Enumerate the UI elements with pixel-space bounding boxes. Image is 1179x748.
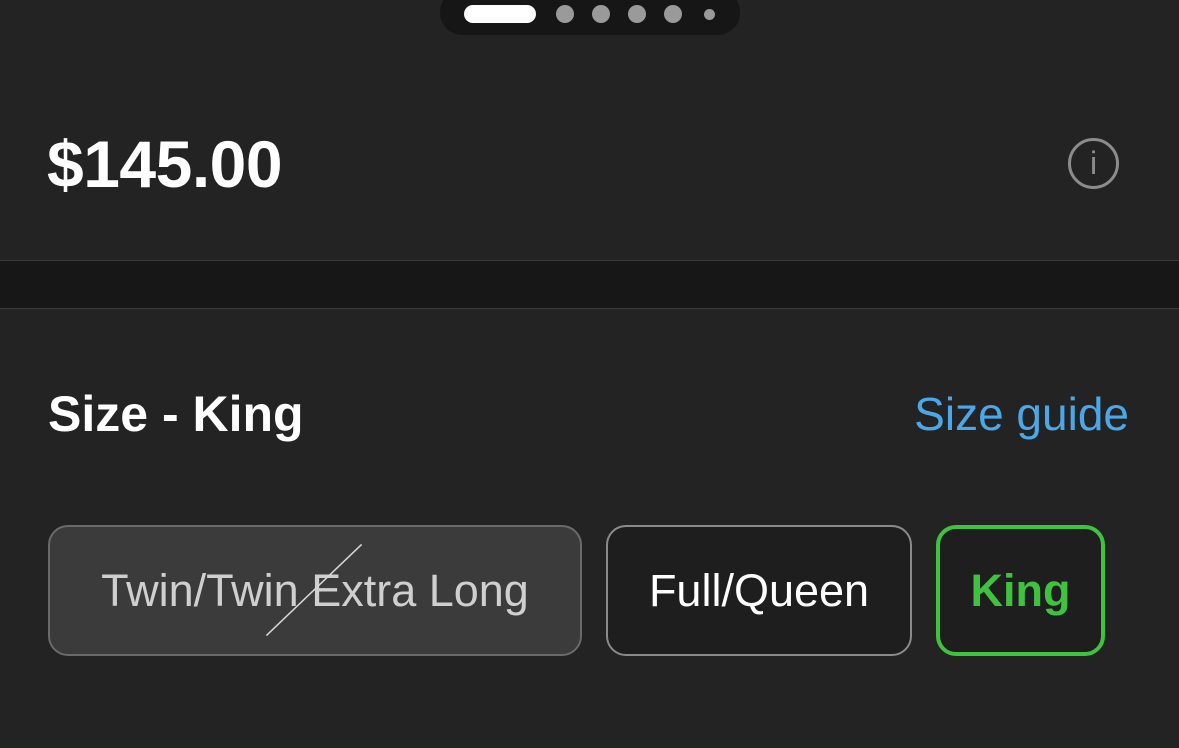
size-option-twin[interactable]: Twin/Twin Extra Long (48, 525, 582, 656)
size-option-label: King (970, 564, 1071, 616)
size-option-label: Twin/Twin Extra Long (101, 564, 529, 616)
size-option-king[interactable]: King (936, 525, 1105, 656)
page-dot[interactable] (592, 5, 610, 23)
page-dot[interactable] (704, 9, 715, 20)
product-price: $145.00 (47, 127, 283, 201)
size-option-label: Full/Queen (648, 564, 870, 616)
page-indicator[interactable] (440, 0, 740, 35)
product-options-panel: $145.00 i Size - King Size guide Twin/Tw… (0, 0, 1179, 748)
size-selection-title: Size - King (48, 386, 304, 442)
info-icon[interactable]: i (1068, 138, 1119, 189)
page-dot-active[interactable] (464, 5, 536, 23)
page-dot[interactable] (556, 5, 574, 23)
page-dot[interactable] (664, 5, 682, 23)
size-guide-link[interactable]: Size guide (914, 384, 1129, 444)
size-option-full-queen[interactable]: Full/Queen (606, 525, 912, 656)
section-divider (0, 260, 1179, 309)
page-dot[interactable] (628, 5, 646, 23)
